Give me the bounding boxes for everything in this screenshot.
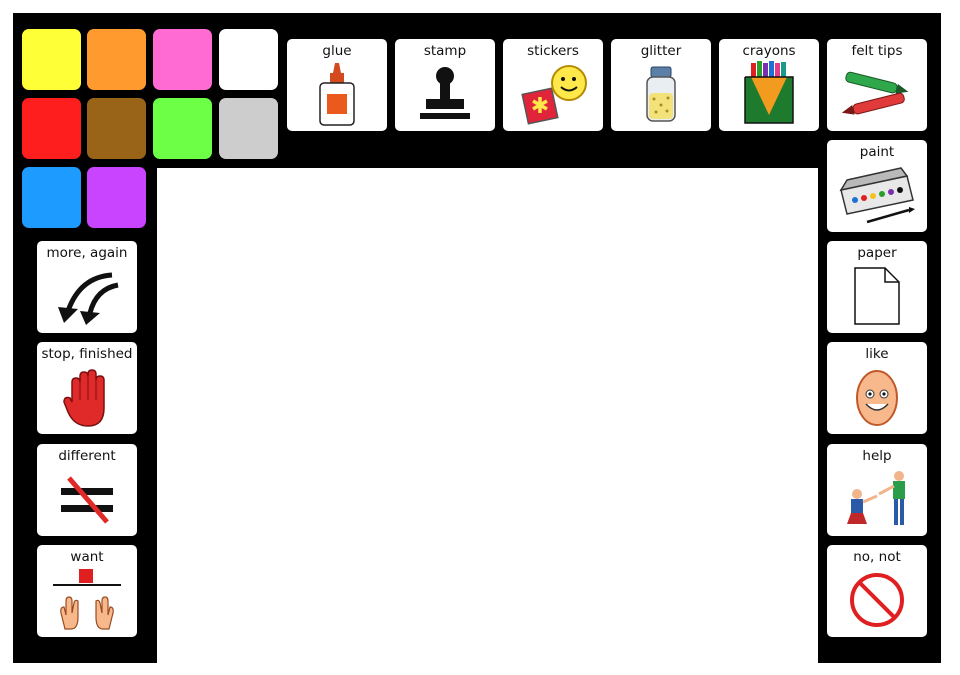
stop-hand-icon bbox=[63, 369, 105, 427]
color-swatch-green[interactable] bbox=[153, 98, 212, 159]
crayon-box-icon bbox=[744, 61, 794, 124]
want-hands-icon bbox=[53, 569, 121, 630]
not-equal-icon bbox=[61, 476, 113, 524]
color-swatch-yellow[interactable] bbox=[22, 29, 81, 90]
crayons-button[interactable]: crayons bbox=[719, 39, 819, 131]
glue-label: glue bbox=[322, 43, 352, 59]
smiling-face-icon bbox=[856, 370, 898, 426]
different-button[interactable]: different bbox=[37, 444, 137, 536]
paper-sheet-icon bbox=[854, 267, 900, 325]
like-button[interactable]: like bbox=[827, 342, 927, 434]
help-label: help bbox=[862, 448, 892, 464]
stickers-label: stickers bbox=[527, 43, 579, 59]
rubber-stamp-icon bbox=[420, 67, 470, 119]
color-swatch-white[interactable] bbox=[219, 29, 278, 90]
stamp-label: stamp bbox=[423, 43, 467, 59]
svg-text:✱: ✱ bbox=[531, 94, 549, 119]
color-swatch-purple[interactable] bbox=[87, 167, 146, 228]
different-label: different bbox=[58, 448, 116, 464]
paper-label: paper bbox=[857, 245, 897, 261]
crayons-label: crayons bbox=[742, 43, 796, 59]
no-not-label: no, not bbox=[853, 549, 901, 565]
repeat-arrows-icon bbox=[58, 272, 119, 325]
felt-tip-pens-icon bbox=[841, 71, 909, 115]
color-swatch-blue[interactable] bbox=[22, 167, 81, 228]
paint-button[interactable]: paint bbox=[827, 140, 927, 232]
more-again-label: more, again bbox=[46, 245, 128, 261]
color-swatch-brown[interactable] bbox=[87, 98, 146, 159]
more-again-button[interactable]: more, again bbox=[37, 241, 137, 333]
glitter-jar-icon bbox=[646, 66, 676, 122]
want-button[interactable]: want bbox=[37, 545, 137, 637]
paper-button[interactable]: paper bbox=[827, 241, 927, 333]
like-label: like bbox=[865, 346, 889, 362]
felt-tips-label: felt tips bbox=[851, 43, 903, 59]
glue-button[interactable]: glue bbox=[287, 39, 387, 131]
stop-finished-button[interactable]: stop, finished bbox=[37, 342, 137, 434]
stickers-button[interactable]: stickers ✱ bbox=[503, 39, 603, 131]
stickers-icon: ✱ bbox=[521, 65, 587, 125]
color-swatch-red[interactable] bbox=[22, 98, 81, 159]
color-swatch-grey[interactable] bbox=[219, 98, 278, 159]
no-not-button[interactable]: no, not bbox=[827, 545, 927, 637]
glitter-label: glitter bbox=[640, 43, 682, 59]
stop-finished-label: stop, finished bbox=[41, 346, 133, 362]
want-label: want bbox=[70, 549, 104, 565]
glitter-button[interactable]: glitter bbox=[611, 39, 711, 131]
felt-tips-button[interactable]: felt tips bbox=[827, 39, 927, 131]
helping-people-icon bbox=[847, 471, 905, 525]
paint-palette-icon bbox=[839, 167, 915, 224]
help-button[interactable]: help bbox=[827, 444, 927, 536]
color-swatch-orange[interactable] bbox=[87, 29, 146, 90]
paint-label: paint bbox=[859, 144, 895, 160]
glue-bottle-icon bbox=[319, 63, 355, 126]
stamp-button[interactable]: stamp bbox=[395, 39, 495, 131]
drawing-canvas[interactable] bbox=[157, 168, 818, 663]
prohibited-icon bbox=[850, 573, 904, 627]
color-swatch-pink[interactable] bbox=[153, 29, 212, 90]
